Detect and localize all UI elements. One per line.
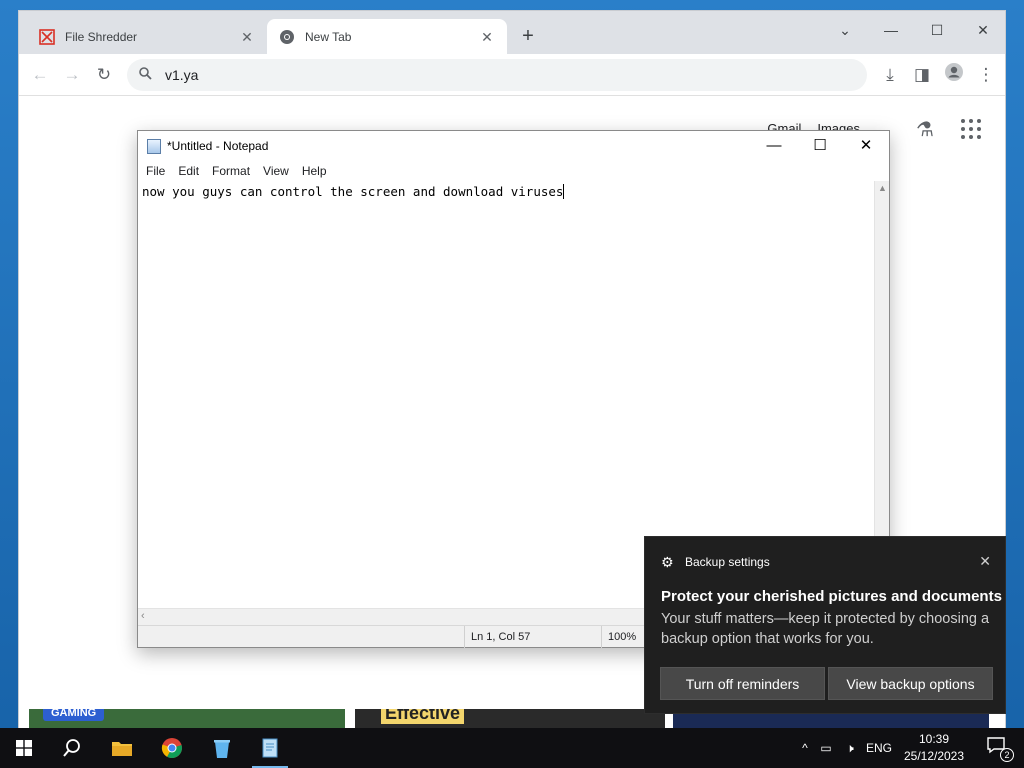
menu-format[interactable]: Format xyxy=(212,164,250,178)
toast-body: Your stuff matters—keep it protected by … xyxy=(661,611,990,647)
close-icon[interactable]: ✕ xyxy=(979,553,991,570)
close-window-button[interactable]: ✕ xyxy=(963,17,1003,43)
chevron-up-icon[interactable]: ^ xyxy=(796,741,814,755)
toast-header: ⚙ Backup settings xyxy=(661,555,770,569)
time: 10:39 xyxy=(918,732,950,746)
language-indicator[interactable]: ENG xyxy=(862,741,896,755)
action-center-icon[interactable]: 2 xyxy=(986,736,1014,762)
tab-strip: File Shredder ✕ New Tab ✕ + ⌄ — ☐ ✕ xyxy=(19,11,1005,54)
back-icon[interactable]: ← xyxy=(27,62,53,88)
news-card[interactable]: GAMING xyxy=(29,709,345,729)
file-explorer-icon[interactable] xyxy=(98,728,146,768)
side-panel-icon[interactable]: ◨ xyxy=(909,62,935,88)
menu-help[interactable]: Help xyxy=(302,164,327,178)
backup-toast: ⚙ Backup settings ✕ Protect your cherish… xyxy=(644,536,1006,714)
address-input[interactable] xyxy=(165,67,765,83)
taskbar: ^ ▭ 🕨 ENG 10:39 25/12/2023 2 xyxy=(0,728,1024,768)
card-title: Effective xyxy=(381,709,465,724)
tab-label: New Tab xyxy=(305,29,352,44)
gear-icon: ⚙ xyxy=(661,554,674,570)
network-icon[interactable]: ▭ xyxy=(814,741,838,755)
maximize-button[interactable]: ☐ xyxy=(917,17,957,43)
clock[interactable]: 10:39 25/12/2023 xyxy=(902,731,966,765)
forward-icon[interactable]: → xyxy=(59,62,85,88)
search-button[interactable] xyxy=(48,728,96,768)
menu-icon[interactable]: ⋮ xyxy=(973,62,999,88)
turn-off-reminders-button[interactable]: Turn off reminders xyxy=(660,667,825,700)
download-icon[interactable]: ⤓ xyxy=(877,62,903,88)
apps-grid-icon[interactable] xyxy=(961,119,981,139)
labs-icon[interactable]: ⚗ xyxy=(913,117,937,141)
scroll-up-icon[interactable]: ▲ xyxy=(875,183,890,193)
notepad-icon xyxy=(147,138,161,154)
menu-edit[interactable]: Edit xyxy=(178,164,199,178)
tab-label: File Shredder xyxy=(65,29,138,44)
menu-view[interactable]: View xyxy=(263,164,289,178)
search-icon xyxy=(139,67,157,83)
cursor-position: Ln 1, Col 57 xyxy=(464,626,604,648)
tab-search-icon[interactable]: ⌄ xyxy=(825,17,865,43)
browser-toolbar: ← → ↻ ⤓ ◨ ⋮ xyxy=(19,54,1005,96)
notepad-menubar: File Edit Format View Help xyxy=(138,161,889,181)
toast-title: Protect your cherished pictures and docu… xyxy=(661,588,1002,605)
close-tab-icon[interactable]: ✕ xyxy=(479,29,495,45)
recycle-bin-icon[interactable] xyxy=(198,728,246,768)
toast-app-name: Backup settings xyxy=(685,555,770,569)
shredder-icon xyxy=(39,28,55,45)
chrome-taskbar-icon[interactable] xyxy=(148,728,196,768)
close-button[interactable]: ✕ xyxy=(843,131,889,161)
minimize-button[interactable]: — xyxy=(871,17,911,43)
profile-icon[interactable] xyxy=(941,62,967,88)
start-button[interactable] xyxy=(0,728,48,768)
close-tab-icon[interactable]: ✕ xyxy=(239,29,255,45)
system-tray: ^ ▭ 🕨 ENG xyxy=(796,728,896,768)
text-caret xyxy=(563,184,565,199)
maximize-button[interactable]: ☐ xyxy=(797,131,843,161)
view-backup-options-button[interactable]: View backup options xyxy=(828,667,993,700)
new-tab-button[interactable]: + xyxy=(517,26,539,48)
volume-muted-icon[interactable]: 🕨 xyxy=(838,741,862,756)
notification-count: 2 xyxy=(1000,748,1014,762)
editor-content: now you guys can control the screen and … xyxy=(142,184,564,199)
news-card[interactable]: Effective xyxy=(355,709,665,729)
chrome-icon xyxy=(279,29,295,45)
notepad-taskbar-icon[interactable] xyxy=(246,728,294,768)
scroll-left-icon[interactable]: ‹ xyxy=(141,610,145,622)
notepad-title: *Untitled - Notepad xyxy=(167,139,269,153)
minimize-button[interactable]: — xyxy=(751,131,797,161)
card-badge: GAMING xyxy=(43,709,105,721)
address-bar[interactable] xyxy=(127,59,867,91)
menu-file[interactable]: File xyxy=(146,164,165,178)
tab-new-tab[interactable]: New Tab ✕ xyxy=(267,19,507,54)
tab-file-shredder[interactable]: File Shredder ✕ xyxy=(27,19,267,54)
reload-icon[interactable]: ↻ xyxy=(91,62,117,88)
date: 25/12/2023 xyxy=(903,749,965,763)
